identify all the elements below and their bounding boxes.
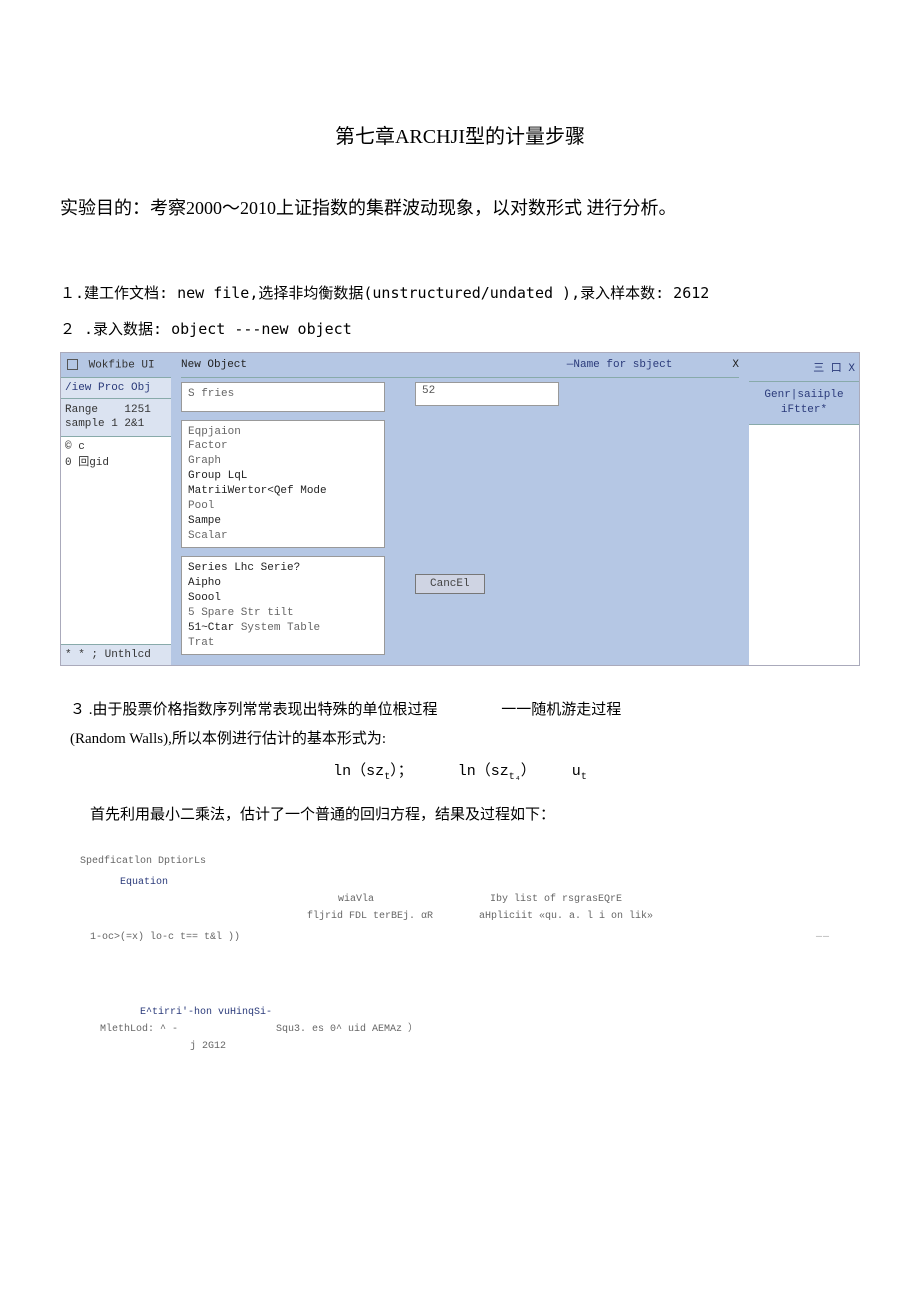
eviews-window: Wokfibe UI /iew Proc Obj Range 1251 samp… bbox=[60, 352, 860, 667]
checkbox-icon bbox=[67, 359, 78, 370]
dialog-title: New Object bbox=[181, 359, 567, 371]
spec-tabs[interactable]: Spedficatlon DptiorLs bbox=[80, 854, 840, 869]
estimation-section: E^tirri'-hon vuHinqSi- bbox=[140, 1005, 840, 1020]
equation-spec: Spedficatlon DptiorLs Equation wiaVla Ib… bbox=[60, 854, 860, 1054]
object-name-input[interactable]: 52 bbox=[415, 382, 559, 406]
window-controls[interactable]: 三 口 X bbox=[749, 353, 859, 382]
type-list-2[interactable]: Series Lhc Serie? Aipho Soool 5 Spare St… bbox=[181, 556, 385, 655]
intro-text: 实验目的：考察2000～2010上证指数的集群波动现象，以对数形式 进行分析。 bbox=[60, 189, 860, 229]
right-pane: 三 口 X Genr|saiiple iFtter* bbox=[749, 353, 859, 666]
type-selected[interactable]: S fries bbox=[181, 382, 385, 412]
workfile-range: Range 1251 sample 1 2&1 bbox=[61, 399, 171, 437]
workfile-title: Wokfibe UI bbox=[89, 359, 155, 371]
workfile-footer: * * ; Unthlcd bbox=[61, 644, 171, 665]
type-list-1[interactable]: Eqpjaion Factor Graph Group LqL MatriiWe… bbox=[181, 420, 385, 549]
step-3: ３ .由于股票价格指数序列常常表现出特殊的单位根过程 一一随机游走过程 (Ran… bbox=[70, 696, 850, 753]
cancel-button[interactable]: CancEl bbox=[415, 574, 485, 594]
right-menu[interactable]: Genr|saiiple iFtter* bbox=[749, 382, 859, 426]
workfile-menu[interactable]: /iew Proc Obj bbox=[61, 378, 171, 399]
formula: ln（szt）； ln（szt₄） ut bbox=[60, 759, 860, 783]
equation-section: Equation bbox=[120, 875, 840, 890]
step-2: ２ .录入数据: object ---new object bbox=[60, 315, 860, 344]
workfile-pane: Wokfibe UI /iew Proc Obj Range 1251 samp… bbox=[61, 353, 171, 666]
step-1: １.建工作文档: new file,选择非均衡数据(unstructured/u… bbox=[60, 279, 860, 308]
workfile-objects: © c 0 回gid bbox=[61, 437, 171, 645]
dialog-close[interactable]: X bbox=[732, 359, 739, 371]
page-title: 第七章ARCHJI型的计量步骤 bbox=[60, 120, 860, 149]
ols-note: 首先利用最小二乘法，估计了一个普通的回归方程，结果及过程如下： bbox=[90, 803, 850, 824]
name-label: —Name for sbject bbox=[567, 359, 673, 371]
new-object-dialog: New Object —Name for sbject X S fries 52… bbox=[171, 353, 749, 666]
equation-expr[interactable]: 1-oc>(=x) lo-c t== t&l )) bbox=[90, 930, 240, 945]
